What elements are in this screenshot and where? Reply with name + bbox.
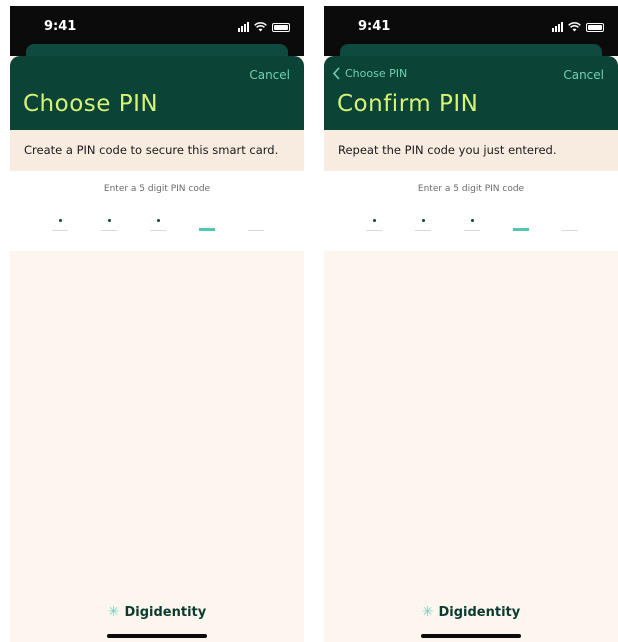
- description: Repeat the PIN code you just entered.: [324, 130, 618, 171]
- status-icons: [238, 21, 290, 33]
- pin-digit-4: [513, 215, 529, 233]
- home-indicator[interactable]: [107, 634, 207, 638]
- description: Create a PIN code to secure this smart c…: [10, 130, 304, 171]
- choose-pin-screen: 9:41 Cancel Choose PIN Create a PIN code…: [10, 6, 304, 642]
- brand-logo: ✳ Digidentity: [324, 604, 618, 620]
- pin-entry[interactable]: Enter a 5 digit PIN code: [324, 171, 618, 251]
- pin-digit-1: [366, 215, 382, 233]
- pin-digit-5: [562, 215, 578, 233]
- brand-name: Digidentity: [124, 604, 207, 620]
- status-time: 9:41: [358, 19, 391, 34]
- battery-icon: [272, 22, 290, 32]
- page-title: Choose PIN: [23, 91, 159, 117]
- wifi-icon: [254, 22, 267, 32]
- page-title: Confirm PIN: [337, 91, 479, 117]
- chevron-left-icon: [332, 67, 340, 80]
- status-time: 9:41: [44, 19, 77, 34]
- status-icons: [552, 21, 604, 33]
- pin-digit-1: [52, 215, 68, 233]
- cancel-button[interactable]: Cancel: [249, 68, 290, 82]
- pin-hint: Enter a 5 digit PIN code: [103, 184, 211, 194]
- pin-digit-3: [150, 215, 166, 233]
- pin-digit-2: [101, 215, 117, 233]
- home-indicator[interactable]: [421, 634, 521, 638]
- pin-digit-5: [248, 215, 264, 233]
- pin-digit-4: [199, 215, 215, 233]
- wifi-icon: [568, 22, 581, 32]
- brand-logo: ✳ Digidentity: [10, 604, 304, 620]
- pin-hint: Enter a 5 digit PIN code: [417, 184, 525, 194]
- battery-icon: [586, 22, 604, 32]
- cancel-button[interactable]: Cancel: [563, 68, 604, 82]
- back-label: Choose PIN: [345, 67, 408, 80]
- back-button[interactable]: Choose PIN: [332, 67, 407, 80]
- confirm-pin-screen: 9:41 Choose PIN Cancel Confirm PIN Repea…: [324, 6, 618, 642]
- pin-digit-3: [464, 215, 480, 233]
- signal-icon: [238, 22, 249, 32]
- pin-entry[interactable]: Enter a 5 digit PIN code: [10, 171, 304, 251]
- sparkle-icon: ✳: [107, 604, 120, 620]
- sparkle-icon: ✳: [421, 604, 434, 620]
- signal-icon: [552, 22, 563, 32]
- header: Choose PIN Cancel Confirm PIN: [324, 56, 618, 130]
- pin-digit-2: [415, 215, 431, 233]
- header: Cancel Choose PIN: [10, 56, 304, 130]
- brand-name: Digidentity: [438, 604, 521, 620]
